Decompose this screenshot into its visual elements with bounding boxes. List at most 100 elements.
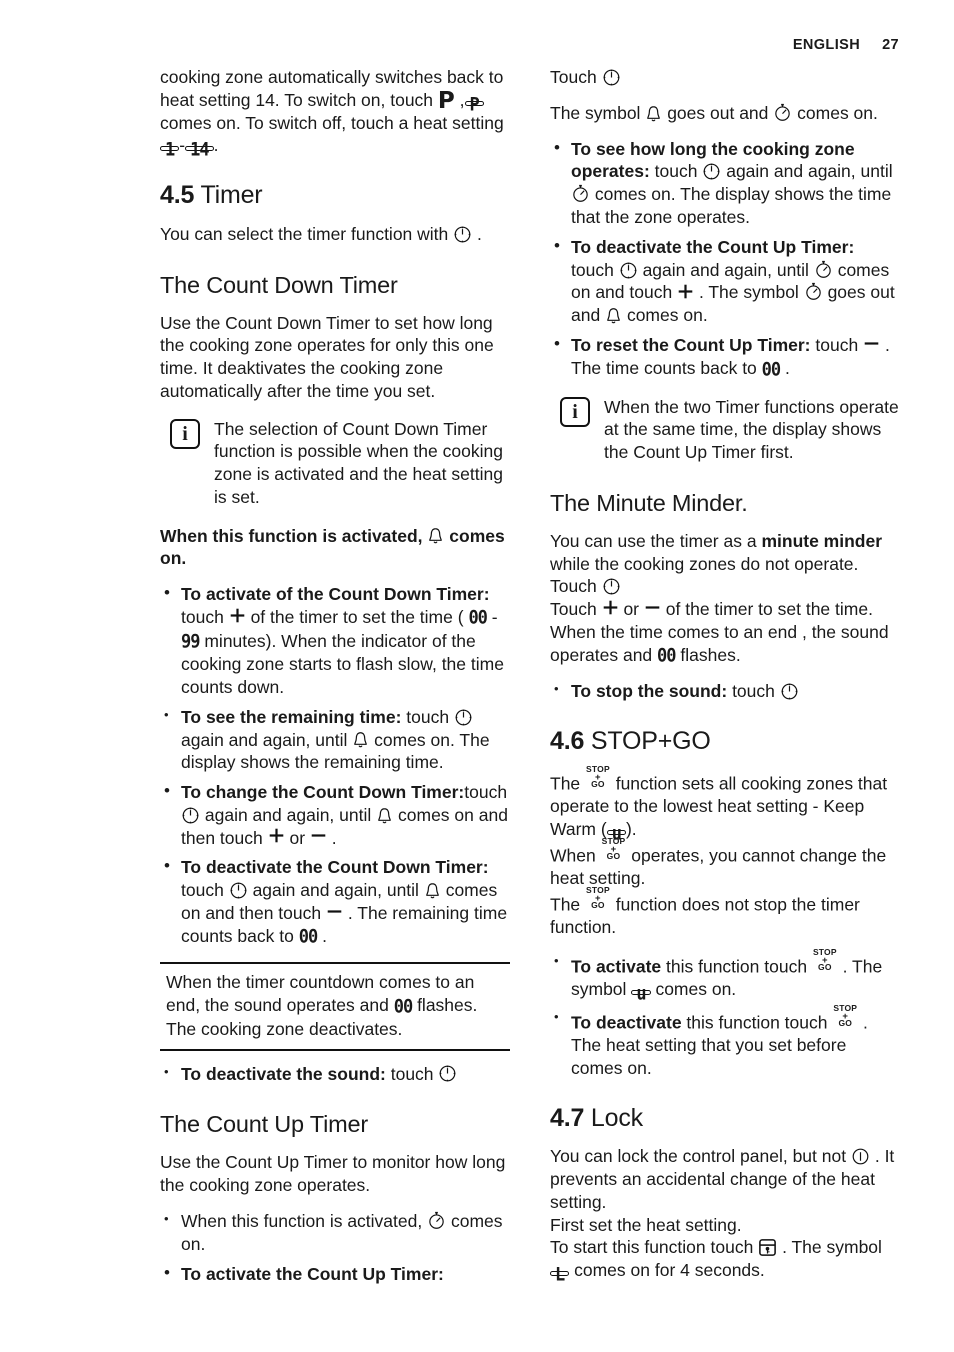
timer-clock-icon: [181, 806, 200, 825]
note-two-timers: i When the two Timer functions operate a…: [550, 395, 900, 464]
lock1-text-a: You can lock the control panel, but not: [550, 1146, 847, 1167]
bullet-text-1: When this function is activated,: [181, 1211, 423, 1231]
minute-minder-paragraph-1: You can use the timer as a minute minder…: [550, 530, 900, 598]
bullet-text-1: touch: [732, 681, 775, 702]
list-item: To deactivate the Count Up Timer: touch …: [550, 235, 900, 327]
lock3-text-b: . The symbol: [782, 1237, 882, 1258]
bullet-text-1: this function touch: [666, 956, 808, 977]
stopwatch-icon: [571, 183, 590, 204]
stop-go-icon: STOP + GO: [586, 763, 610, 790]
lcd-range-dash: -: [491, 606, 498, 627]
bullet-lead: To reset the Count Up Timer:: [571, 335, 811, 356]
bullet-text-2: again and again, until: [726, 161, 893, 182]
minus-icon: [644, 599, 661, 616]
continued-text-4: .: [213, 135, 219, 156]
bullet-lead: To change the Count Down Timer:: [181, 782, 465, 803]
bullet-text-5: .: [322, 925, 327, 946]
timer-clock-icon: [780, 682, 799, 701]
lcd-box-l: L: [550, 1267, 570, 1284]
heading-minute-minder: The Minute Minder.: [550, 489, 748, 516]
lcd-digits-00: 00: [468, 607, 488, 630]
right-column: Touch The symbol goes out and comes on.: [550, 66, 900, 1311]
continued-text-2: ,: [459, 89, 465, 110]
timer-clock-icon: [454, 708, 473, 727]
bullet-text-1: touch: [815, 335, 859, 356]
page-number: 27: [882, 37, 899, 53]
stop-go-icon: STOP + GO: [601, 835, 626, 862]
section-number-4-7: 4.7: [550, 1103, 585, 1132]
plus-icon: [677, 283, 694, 300]
bullet-text-5: .: [331, 827, 337, 848]
section-number-4-6: 4.6: [550, 727, 585, 756]
lcd-digits-00: 00: [761, 358, 782, 381]
bullet-text-2: of the timer to set the time (: [250, 606, 464, 627]
bullet-text-1: touch: [181, 606, 224, 627]
stopwatch-icon: [427, 1210, 446, 1231]
plus-icon: [602, 599, 619, 616]
note-count-down-selection: i The selection of Count Down Timer func…: [160, 417, 510, 509]
sg2-text-a: When: [550, 845, 596, 866]
bullet-lead: To activate of the Count Down Timer:: [181, 584, 490, 605]
bullet-text-4: or: [289, 827, 306, 848]
minute-minder-paragraph-2: Touch or of the timer to set the time. W…: [550, 598, 900, 667]
heading-4-6-stopgo: 4.6 STOP+GO: [550, 727, 900, 756]
header-language: ENGLISH: [792, 37, 861, 53]
section-title-timer: Timer: [200, 181, 263, 209]
bullet-text-2: again and again, until: [252, 880, 419, 901]
continued-paragraph: cooking zone automatically switches back…: [160, 67, 504, 162]
lock-paragraph-1: You can lock the control panel, but not …: [550, 1145, 900, 1213]
symbol-swap-before: The symbol: [550, 102, 641, 123]
count-up-bullet-list: When this function is activated, comes o…: [160, 1210, 510, 1285]
sg1-text-a: The: [550, 773, 581, 794]
timer-clock-icon: [229, 881, 248, 900]
timer-intro-text: You can select the timer function with: [160, 223, 449, 244]
bullet-lead: To see the remaining time:: [181, 706, 402, 727]
manual-page: ENGLISH 27 cooking zone automatically swi…: [0, 0, 954, 1352]
mm2-text-b: or: [623, 599, 640, 620]
info-icon: i: [560, 396, 590, 427]
lcd-box-u: u: [606, 825, 626, 842]
stopwatch-icon: [804, 281, 823, 302]
function-activated-line: When this function is activated, comes o…: [160, 525, 510, 571]
bell-icon: [645, 104, 662, 123]
count-up-continued-list: To see how long the cooking zone operate…: [550, 137, 900, 381]
heading-4-7-lock: 4.7 Lock: [550, 1104, 900, 1133]
timer-clock-icon: [602, 577, 621, 596]
list-item: To deactivate the Count Down Timer: touc…: [160, 855, 510, 948]
bullet-text-1: touch: [406, 706, 450, 727]
timer-intro-period: .: [477, 223, 482, 244]
left-column: cooking zone automatically switches back…: [160, 66, 510, 1311]
sg3-text-a: The: [550, 894, 581, 915]
list-item: To deactivate this function touch STOP+G…: [550, 1002, 900, 1080]
page-header: ENGLISH 27: [793, 36, 899, 55]
bullet-text-4: . The symbol: [698, 282, 799, 303]
mm-text-bold: minute minder: [761, 530, 883, 551]
lcd-box-p: P: [464, 96, 484, 113]
bullet-text-1: touch: [181, 880, 224, 901]
timer-clock-icon: [453, 225, 472, 244]
count-down-bullet-list: To activate of the Count Down Timer: tou…: [160, 582, 510, 948]
bullet-text-2: .: [842, 956, 848, 977]
count-up-body: Use the Count Up Timer to monitor how lo…: [160, 1152, 506, 1196]
stopgo-paragraph-3: The STOP + GO function does not stop the t…: [550, 886, 900, 939]
bullet-text-2: .: [863, 1012, 868, 1033]
lock3-text-c: comes on for 4 seconds.: [574, 1260, 765, 1281]
heading-count-up-timer: The Count Up Timer: [160, 1111, 368, 1138]
bullet-text-2: again and again, until: [642, 259, 809, 280]
lcd-box-u: u: [631, 985, 651, 1002]
bullet-text-2: again and again, until: [181, 729, 348, 750]
minus-icon: [310, 827, 327, 844]
list-item: To deactivate the sound: touch: [160, 1063, 510, 1086]
power-on-off-icon: [851, 1147, 870, 1166]
stop-go-icon: STOP + GO: [833, 1002, 858, 1029]
list-item: To see how long the cooking zone operate…: [550, 137, 900, 229]
stop-go-icon: STOP + GO: [812, 946, 837, 973]
list-item: To stop the sound: touch: [550, 680, 900, 703]
bell-icon: [427, 526, 444, 545]
function-activated-before: When this function is activated,: [160, 525, 423, 546]
bullet-text-1: touch: [571, 259, 614, 280]
bullet-lead: To deactivate the Count Up Timer:: [571, 236, 855, 257]
bullet-text-4: comes on.: [655, 979, 737, 1000]
list-item: To activate the Count Up Timer:: [160, 1262, 510, 1286]
mm2-text-e: flashes.: [680, 644, 741, 665]
